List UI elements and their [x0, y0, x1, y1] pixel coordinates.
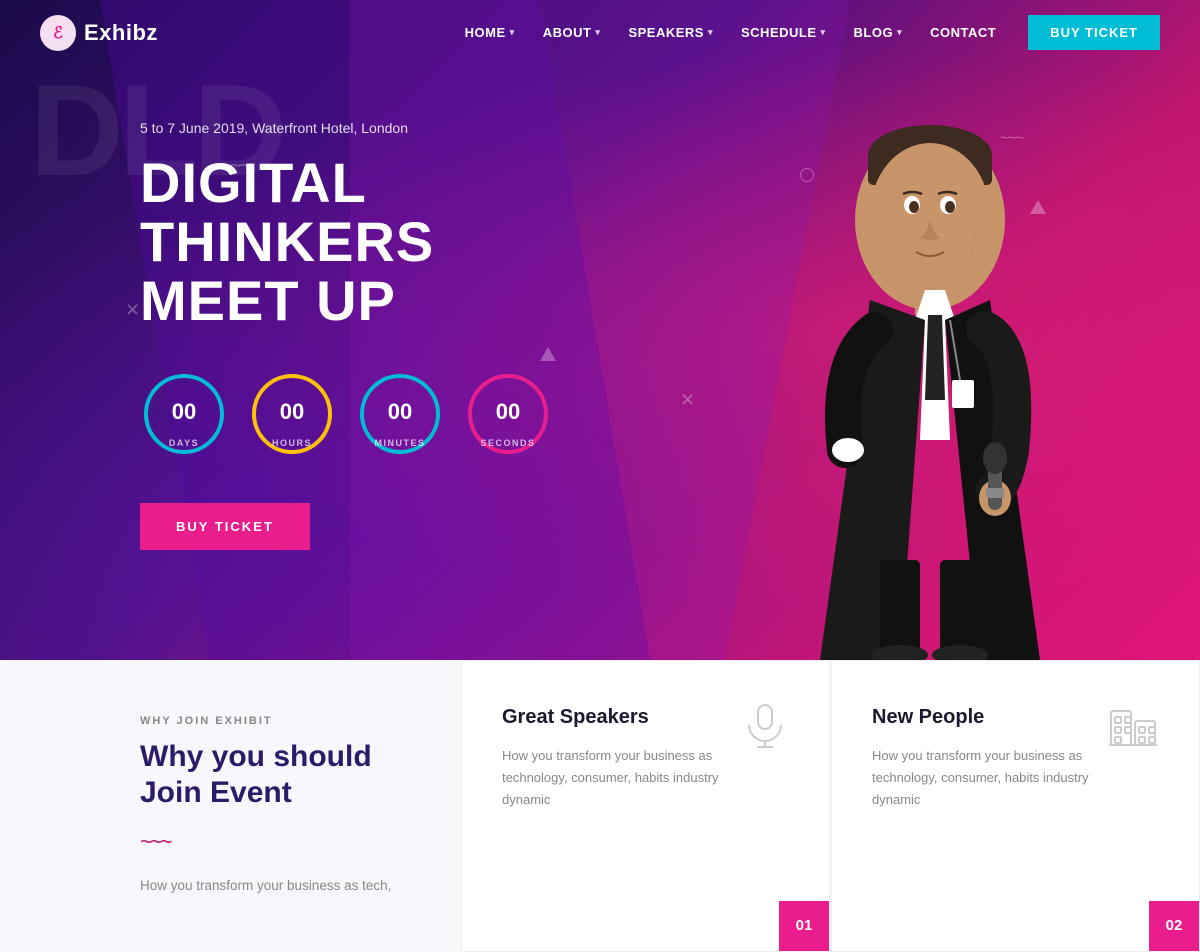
chevron-down-icon: ▾	[595, 27, 600, 38]
speaker-image	[720, 20, 1140, 660]
countdown-days: 00 DAYS	[140, 370, 228, 458]
hero-date: 5 to 7 June 2019, Waterfront Hotel, Lond…	[140, 120, 660, 136]
countdown: 00 DAYS 00 HOURS 00 MINUTES	[140, 370, 660, 458]
logo-text: Exhibz	[84, 20, 158, 46]
days-value: 00	[172, 399, 196, 425]
bottom-section: WHY JOIN EXHIBIT Why you should Join Eve…	[0, 660, 1200, 952]
countdown-minutes: 00 MINUTES	[356, 370, 444, 458]
feature-2-number: 02	[1149, 901, 1199, 951]
nav-home[interactable]: HOME ▾	[453, 17, 527, 48]
feature-card-speakers: Great Speakers How you transform your bu…	[461, 660, 830, 952]
nav-schedule[interactable]: SCHEDULE ▾	[729, 17, 838, 48]
why-wave-decoration: ~~~	[140, 829, 410, 855]
minutes-label: MINUTES	[375, 438, 426, 448]
deco-x-2: ✕	[680, 390, 695, 411]
main-nav: HOME ▾ ABOUT ▾ SPEAKERS ▾ SCHEDULE ▾ BLO…	[453, 17, 1009, 48]
mic-icon	[741, 701, 789, 758]
minutes-value: 00	[388, 399, 412, 425]
countdown-hours: 00 HOURS	[248, 370, 336, 458]
nav-blog[interactable]: BLOG ▾	[842, 17, 915, 48]
feature-card-new-people: New People How you transform your busine…	[831, 660, 1200, 952]
why-join-description: How you transform your business as tech,	[140, 875, 410, 897]
chevron-down-icon: ▾	[708, 27, 713, 38]
nav-speakers[interactable]: SPEAKERS ▾	[616, 17, 725, 48]
chevron-down-icon: ▾	[821, 27, 826, 38]
logo[interactable]: ℰ Exhibz	[40, 15, 158, 51]
hours-value: 00	[280, 399, 304, 425]
chevron-down-icon: ▾	[510, 27, 515, 38]
why-join-title: Why you should Join Event	[140, 739, 410, 811]
building-icon	[1107, 701, 1159, 758]
seconds-value: 00	[496, 399, 520, 425]
chevron-down-icon: ▾	[897, 27, 902, 38]
deco-x-1: ✕	[125, 300, 140, 321]
hero-section: DLD ~~~ ✕ ✕ ~~~ ℰ Exhibz HOME ▾ ABOUT ▾ …	[0, 0, 1200, 660]
feature-2-desc: How you transform your business as techn…	[872, 745, 1092, 811]
hours-label: HOURS	[272, 438, 312, 448]
buy-ticket-hero-button[interactable]: BUY TICKET	[140, 503, 310, 550]
seconds-label: SECONDS	[480, 438, 535, 448]
buy-ticket-nav-button[interactable]: BUY TICKET	[1028, 15, 1160, 50]
why-join-section: WHY JOIN EXHIBIT Why you should Join Eve…	[0, 660, 460, 952]
feature-1-desc: How you transform your business as techn…	[502, 745, 722, 811]
hero-content: 5 to 7 June 2019, Waterfront Hotel, Lond…	[140, 120, 660, 550]
hero-title: DIGITAL THINKERS MEET UP	[140, 154, 660, 330]
speaker-figure-svg	[740, 20, 1120, 660]
why-join-tag: WHY JOIN EXHIBIT	[140, 715, 410, 727]
header: ℰ Exhibz HOME ▾ ABOUT ▾ SPEAKERS ▾ SCHED…	[0, 0, 1200, 65]
nav-contact[interactable]: CONTACT	[918, 17, 1008, 48]
feature-1-number: 01	[779, 901, 829, 951]
nav-about[interactable]: ABOUT ▾	[531, 17, 613, 48]
days-label: DAYS	[169, 438, 199, 448]
countdown-seconds: 00 SECONDS	[464, 370, 552, 458]
logo-icon: ℰ	[40, 15, 76, 51]
